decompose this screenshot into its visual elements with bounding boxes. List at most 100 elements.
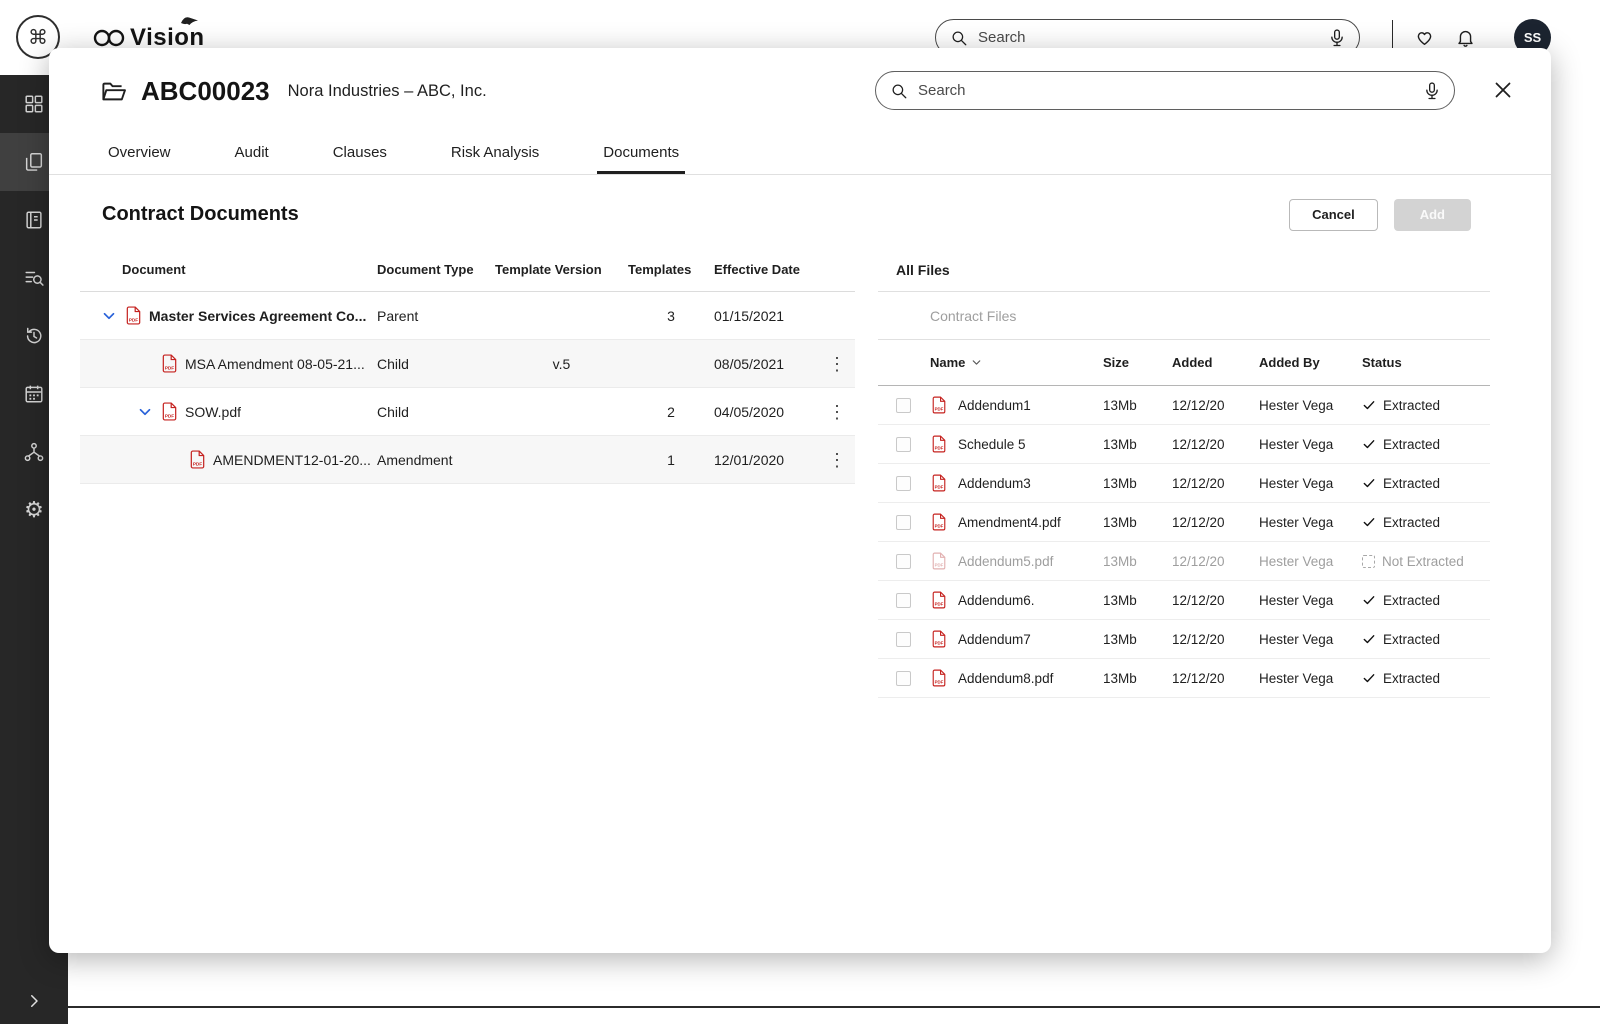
kebab-menu-icon[interactable]: ⋮ — [819, 451, 855, 469]
sidebar-expand-button[interactable] — [0, 992, 68, 1010]
file-added: 12/12/20 — [1172, 514, 1225, 530]
col-size: Size — [1103, 355, 1130, 370]
file-row[interactable]: Amendment4.pdf 13Mb 12/12/20 Hester Vega… — [878, 503, 1490, 542]
kebab-menu-icon[interactable]: ⋮ — [819, 403, 855, 421]
all-files-panel: All Files Name Size Added Added By Statu… — [878, 248, 1490, 698]
col-document: Document — [122, 262, 186, 277]
file-added-by: Hester Vega — [1259, 475, 1334, 491]
tab-clauses[interactable]: Clauses — [327, 134, 393, 174]
expand-chevron-icon[interactable] — [100, 307, 118, 325]
contract-documents-table: Document Document Type Template Version … — [80, 248, 855, 484]
modal-search — [875, 71, 1455, 110]
row-checkbox[interactable] — [896, 397, 911, 413]
tab-risk-analysis[interactable]: Risk Analysis — [445, 134, 545, 174]
file-row[interactable]: Addendum3 13Mb 12/12/20 Hester Vega Extr… — [878, 464, 1490, 503]
document-name: AMENDMENT12-01-20... — [213, 451, 371, 468]
document-row[interactable]: AMENDMENT12-01-20... Amendment 1 12/01/2… — [80, 436, 855, 484]
tab-overview[interactable]: Overview — [102, 134, 177, 174]
file-added: 12/12/20 — [1172, 397, 1225, 413]
file-row[interactable]: Addendum1 13Mb 12/12/20 Hester Vega Extr… — [878, 386, 1490, 425]
row-checkbox[interactable] — [896, 553, 911, 569]
file-row[interactable]: Schedule 5 13Mb 12/12/20 Hester Vega Ext… — [878, 425, 1490, 464]
status-badge: Extracted — [1383, 670, 1441, 686]
file-row[interactable]: Addendum7 13Mb 12/12/20 Hester Vega Extr… — [878, 620, 1490, 659]
file-added-by: Hester Vega — [1259, 436, 1334, 452]
file-added-by: Hester Vega — [1259, 397, 1334, 413]
favorites-heart-icon[interactable] — [1414, 27, 1435, 48]
row-checkbox[interactable] — [896, 631, 911, 647]
file-row[interactable]: Addendum8.pdf 13Mb 12/12/20 Hester Vega … — [878, 659, 1490, 698]
file-name: Addendum6. — [958, 592, 1035, 608]
file-added-by: Hester Vega — [1259, 592, 1334, 608]
mic-icon[interactable] — [1327, 28, 1347, 48]
file-row[interactable]: Addendum5.pdf 13Mb 12/12/20 Hester Vega … — [878, 542, 1490, 581]
col-status: Status — [1362, 355, 1402, 370]
tab-documents[interactable]: Documents — [597, 134, 686, 174]
contract-id-title: ABC00023 — [141, 76, 270, 106]
bird-icon — [180, 14, 206, 28]
modal-search-input[interactable] — [918, 82, 1412, 99]
pdf-icon — [190, 450, 205, 469]
search-list-icon — [23, 267, 45, 289]
file-size: 13Mb — [1103, 475, 1137, 491]
sort-chevron-icon — [970, 356, 983, 369]
folder-open-icon — [100, 78, 127, 105]
pdf-icon — [932, 396, 946, 414]
row-checkbox[interactable] — [896, 514, 911, 530]
pdf-icon — [932, 513, 946, 531]
file-added: 12/12/20 — [1172, 670, 1225, 686]
row-checkbox[interactable] — [896, 670, 911, 686]
file-added: 12/12/20 — [1172, 592, 1225, 608]
file-size: 13Mb — [1103, 592, 1137, 608]
expand-chevron-icon[interactable] — [136, 403, 154, 421]
effective-date: 08/05/2021 — [714, 355, 785, 372]
search-icon — [950, 29, 968, 47]
templates-count: 2 — [667, 403, 675, 420]
close-icon[interactable] — [1491, 78, 1515, 102]
global-search-input[interactable] — [978, 29, 1317, 46]
section-header: Contract Documents Cancel Add — [102, 198, 1471, 231]
history-icon — [23, 325, 45, 347]
avatar-initials: SS — [1523, 30, 1542, 45]
row-checkbox[interactable] — [896, 475, 911, 491]
row-checkbox[interactable] — [896, 592, 911, 608]
contract-subtitle: Nora Industries – ABC, Inc. — [287, 82, 487, 100]
gear-icon: ⚙ — [24, 497, 44, 522]
journal-icon — [23, 209, 45, 231]
file-size: 13Mb — [1103, 631, 1137, 647]
files-table-header: Name Size Added Added By Status — [878, 340, 1490, 386]
template-version: v.5 — [552, 355, 571, 372]
document-type: Amendment — [377, 451, 453, 468]
effective-date: 04/05/2020 — [714, 403, 785, 420]
file-added: 12/12/20 — [1172, 553, 1225, 569]
row-checkbox[interactable] — [896, 436, 911, 452]
kebab-menu-icon[interactable]: ⋮ — [819, 355, 855, 373]
pdf-icon — [932, 435, 946, 453]
check-icon — [1362, 593, 1376, 607]
status-badge: Extracted — [1383, 592, 1441, 608]
mic-icon[interactable] — [1422, 81, 1442, 101]
document-row[interactable]: MSA Amendment 08-05-21... Child v.5 08/0… — [80, 340, 855, 388]
tab-audit[interactable]: Audit — [229, 134, 275, 174]
col-effective-date: Effective Date — [714, 262, 800, 277]
add-button[interactable]: Add — [1393, 198, 1471, 231]
col-name: Name — [930, 355, 966, 370]
effective-date: 01/15/2021 — [714, 307, 785, 324]
page-bottom-divider — [68, 1006, 1600, 1008]
col-added-by: Added By — [1259, 355, 1320, 370]
document-row[interactable]: Master Services Agreement Co... Parent 3… — [80, 292, 855, 340]
file-added: 12/12/20 — [1172, 475, 1225, 491]
file-row[interactable]: Addendum6. 13Mb 12/12/20 Hester Vega Ext… — [878, 581, 1490, 620]
pdf-icon — [932, 552, 946, 570]
notifications-bell-icon[interactable] — [1455, 27, 1476, 48]
document-row[interactable]: SOW.pdf Child 2 04/05/2020 ⋮ — [80, 388, 855, 436]
contract-files-filter-input[interactable] — [930, 307, 1230, 324]
col-name-sort[interactable]: Name — [930, 355, 1103, 370]
file-name: Addendum7 — [958, 631, 1031, 647]
page-title: Contract Documents — [102, 203, 299, 225]
file-name: Schedule 5 — [958, 436, 1026, 452]
cancel-button[interactable]: Cancel — [1289, 198, 1378, 231]
pdf-icon — [932, 630, 946, 648]
pdf-icon — [162, 402, 177, 421]
file-added: 12/12/20 — [1172, 436, 1225, 452]
